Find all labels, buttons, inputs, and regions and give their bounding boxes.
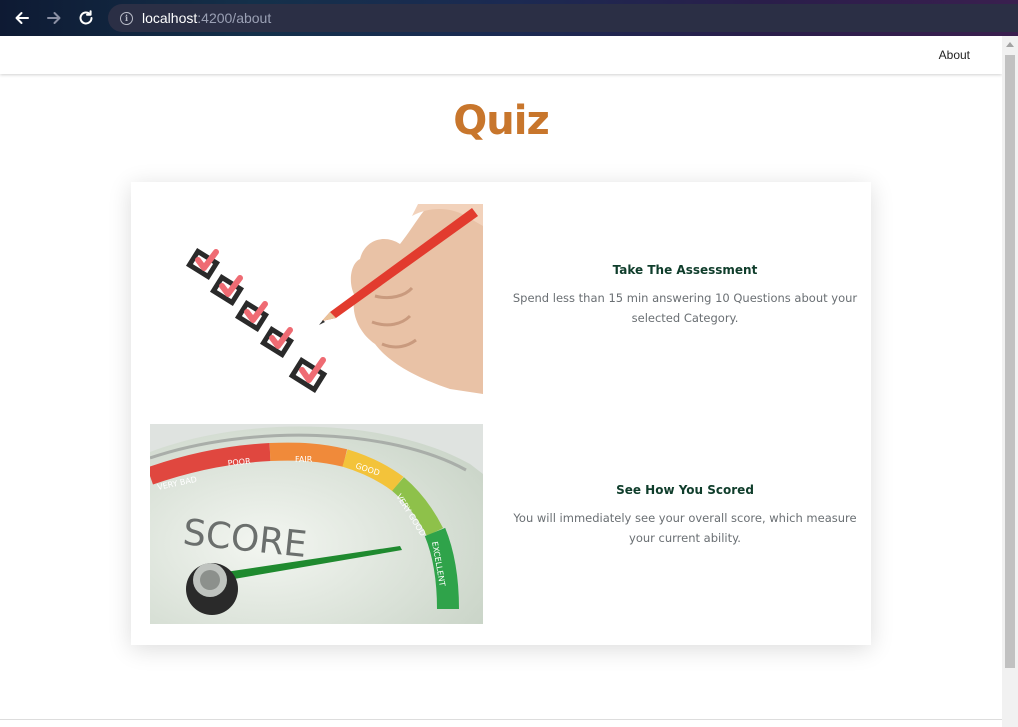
feature-description: You will immediately see your overall sc… [513, 511, 857, 545]
arrow-left-icon [15, 12, 29, 24]
address-bar[interactable]: i localhost:4200/about [108, 4, 1018, 32]
page-viewport: About Quiz Take The Assessment Spend les… [0, 36, 1002, 727]
checklist-image [150, 204, 483, 404]
feature-text-score: See How You Scored You will immediately … [510, 424, 860, 624]
feature-row-score: VERY BAD POOR FAIR GOOD VERY GOOD EXCELL… [150, 424, 857, 624]
scroll-thumb[interactable] [1005, 55, 1015, 668]
feature-row-assessment: Take The Assessment Spend less than 15 m… [150, 204, 857, 404]
scroll-up-arrow-icon[interactable] [1002, 36, 1018, 53]
page-title: Quiz [453, 98, 549, 144]
url-text: localhost:4200/about [142, 10, 271, 26]
vertical-scrollbar[interactable] [1002, 36, 1018, 727]
feature-heading: Take The Assessment [612, 263, 758, 277]
arrow-right-icon [47, 12, 61, 24]
forward-button[interactable] [43, 7, 65, 29]
feature-description: Spend less than 15 min answering 10 Ques… [512, 291, 858, 325]
feature-heading: See How You Scored [616, 483, 754, 497]
feature-text-assessment: Take The Assessment Spend less than 15 m… [510, 204, 860, 404]
url-host: localhost [142, 10, 198, 26]
url-path: :4200/about [197, 10, 272, 26]
back-button[interactable] [11, 7, 33, 29]
svg-text:FAIR: FAIR [295, 455, 313, 464]
features-card: Take The Assessment Spend less than 15 m… [131, 182, 871, 645]
footer-divider [0, 719, 1002, 720]
nav-link-about[interactable]: About [939, 48, 970, 62]
site-info-icon[interactable]: i [120, 11, 133, 25]
browser-toolbar: i localhost:4200/about [0, 0, 1018, 36]
reload-button[interactable] [75, 7, 97, 29]
score-gauge-image: VERY BAD POOR FAIR GOOD VERY GOOD EXCELL… [150, 424, 483, 624]
reload-icon [79, 10, 93, 25]
top-navbar: About [0, 36, 1002, 74]
